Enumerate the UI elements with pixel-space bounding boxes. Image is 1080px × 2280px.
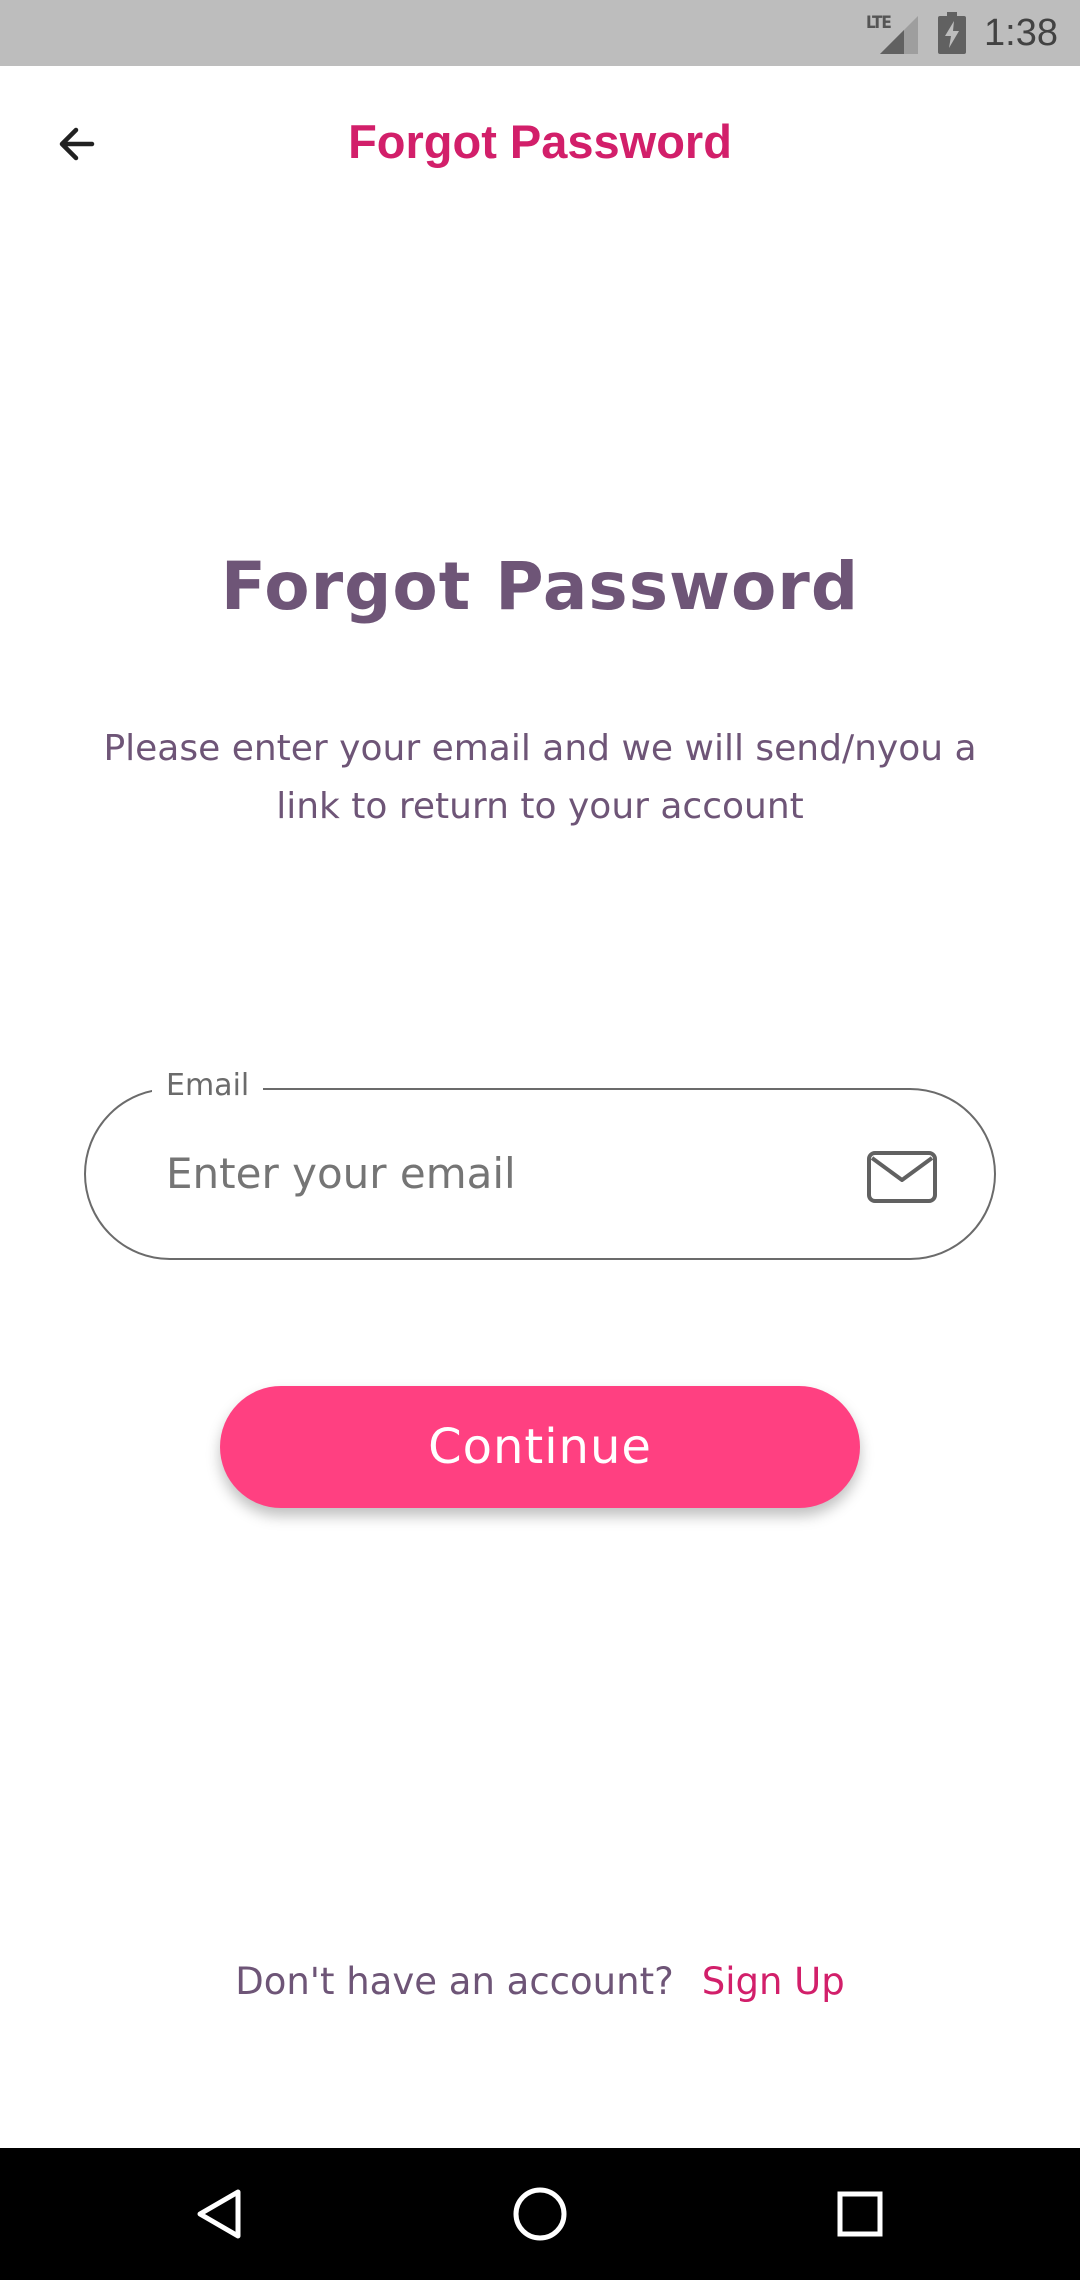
- continue-button-label: Continue: [428, 1419, 652, 1475]
- email-input[interactable]: [166, 1130, 806, 1216]
- status-bar: LTE 1:38: [0, 0, 1080, 66]
- page-title: Forgot Password: [220, 548, 860, 625]
- status-icons: LTE 1:38: [866, 0, 1058, 66]
- nav-recents-button[interactable]: [824, 2178, 896, 2250]
- circle-home-icon: [513, 2187, 567, 2241]
- forgot-password-screen: LTE 1:38 Forgot Password Forgot Password…: [0, 0, 1080, 2280]
- page-subtitle: Please enter your email and we will send…: [103, 728, 977, 827]
- app-bar-title: Forgot Password: [348, 115, 732, 168]
- signup-prompt-text: Don't have an account?: [235, 1960, 674, 2003]
- signup-link[interactable]: Sign Up: [702, 1960, 845, 2003]
- email-field[interactable]: Email: [84, 1068, 996, 1260]
- mail-icon: [867, 1151, 937, 1203]
- status-clock: 1:38: [984, 11, 1058, 54]
- triangle-back-icon: [197, 2189, 241, 2239]
- square-recents-icon: [837, 2191, 883, 2237]
- battery-charging-icon: [938, 12, 967, 54]
- lte-signal-icon: LTE: [866, 10, 919, 56]
- nav-back-button[interactable]: [184, 2178, 256, 2250]
- app-bar: Forgot Password: [0, 66, 1080, 222]
- continue-button[interactable]: Continue: [220, 1386, 860, 1508]
- navigation-bar: [0, 2148, 1080, 2280]
- nav-home-button[interactable]: [504, 2178, 576, 2250]
- email-field-label: Email: [152, 1068, 264, 1103]
- signup-prompt-row: Don't have an account? Sign Up: [0, 1960, 1080, 2003]
